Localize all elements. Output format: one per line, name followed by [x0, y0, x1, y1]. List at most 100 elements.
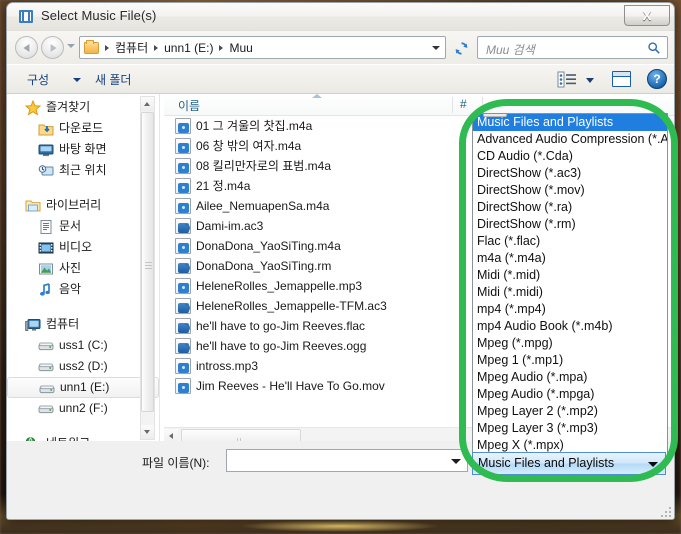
chevron-down-icon[interactable]: [648, 462, 658, 467]
dropdown-option[interactable]: Mpeg Audio (*.mpga): [473, 386, 667, 403]
sidebar-item-desktop[interactable]: 바탕 화면: [7, 139, 159, 160]
file-name-field[interactable]: [226, 449, 468, 472]
title-bar: Select Music File(s) X: [7, 3, 674, 31]
scroll-down-button[interactable]: [141, 425, 154, 439]
dropdown-option[interactable]: mp4 Audio Book (*.m4b): [473, 318, 667, 335]
dropdown-option[interactable]: Advanced Audio Compression (*.AAC): [473, 131, 667, 148]
dropdown-option[interactable]: DirectShow (*.ac3): [473, 165, 667, 182]
search-input[interactable]: Muu 검색: [477, 36, 668, 59]
file-type-dropdown-list[interactable]: Music Files and Playlists Advanced Audio…: [472, 113, 668, 459]
media-file-icon: [175, 378, 191, 394]
back-button[interactable]: [15, 36, 38, 59]
dropdown-option[interactable]: Mpeg (*.mpg): [473, 335, 667, 352]
forward-arrow-icon: [50, 43, 57, 52]
pane-splitter[interactable]: [159, 94, 163, 444]
close-button[interactable]: X: [624, 5, 670, 26]
command-bar: 구성 새 폴더 ?: [7, 64, 674, 94]
column-divider[interactable]: [452, 97, 453, 113]
chevron-down-icon[interactable]: [73, 78, 81, 82]
scroll-thumb[interactable]: [141, 112, 154, 412]
breadcrumb-item-2[interactable]: Muu: [227, 41, 254, 55]
forward-button[interactable]: [41, 36, 64, 59]
dropdown-option[interactable]: DirectShow (*.rm): [473, 216, 667, 233]
sidebar-item-drive-c[interactable]: uss1 (C:): [7, 335, 159, 356]
scroll-up-button[interactable]: [141, 97, 154, 111]
dropdown-option[interactable]: Mpeg Layer 3 (*.mp3): [473, 420, 667, 437]
drive-icon: [38, 405, 54, 414]
sidebar-item-drive-d[interactable]: uss2 (D:): [7, 356, 159, 377]
navigation-pane-scrollbar[interactable]: [140, 96, 155, 440]
history-dropdown-icon[interactable]: [67, 44, 75, 48]
search-placeholder: Muu 검색: [486, 43, 535, 57]
stream-file-icon: [175, 298, 191, 314]
media-file-icon: [175, 178, 191, 194]
tree-label: 비디오: [59, 240, 93, 254]
sidebar-item-videos[interactable]: 비디오: [7, 237, 159, 258]
scroll-grip-icon: [145, 262, 152, 269]
file-name: intross.mp3: [196, 359, 259, 373]
chevron-down-icon[interactable]: [451, 459, 461, 464]
help-button[interactable]: ?: [647, 69, 667, 89]
column-divider[interactable]: [482, 97, 483, 113]
organize-menu-button[interactable]: 구성: [27, 71, 49, 88]
desktop-icon: [38, 144, 54, 157]
preview-pane-button[interactable]: [612, 71, 631, 87]
address-dropdown-icon[interactable]: [432, 46, 440, 50]
sidebar-item-music[interactable]: 음악: [7, 279, 159, 300]
dropdown-option[interactable]: Mpeg Audio (*.mpa): [473, 369, 667, 386]
file-name: 01 그 겨울의 찻집.m4a: [196, 119, 313, 133]
sidebar-item-documents[interactable]: 문서: [7, 216, 159, 237]
views-button[interactable]: [556, 69, 578, 90]
navigation-bar: 컴퓨터 unn1 (E:) Muu Muu 검색: [7, 31, 674, 64]
media-file-icon: [175, 198, 191, 214]
file-name: DonaDona_YaoSiTing.m4a: [196, 239, 341, 253]
tree-label: 문서: [59, 219, 82, 233]
column-header-number[interactable]: #: [460, 97, 467, 111]
dropdown-scroll-handle[interactable]: [483, 114, 507, 117]
dropdown-option[interactable]: CD Audio (*.Cda): [473, 148, 667, 165]
tree-group-favorites[interactable]: 즐겨찾기: [7, 97, 159, 118]
dropdown-option[interactable]: Midi (*.mid): [473, 267, 667, 284]
breadcrumb-item-0[interactable]: 컴퓨터: [113, 39, 150, 56]
sidebar-item-pictures[interactable]: 사진: [7, 258, 159, 279]
sidebar-item-recent-places[interactable]: 최근 위치: [7, 160, 159, 181]
drive-icon: [38, 363, 54, 372]
tree-label: 다운로드: [59, 121, 104, 135]
tree-group-libraries[interactable]: 라이브러리: [7, 195, 159, 216]
dropdown-option[interactable]: Mpeg Layer 2 (*.mp2): [473, 403, 667, 420]
documents-icon: [40, 220, 52, 234]
sidebar-item-downloads[interactable]: 다운로드: [7, 118, 159, 139]
sidebar-item-drive-f[interactable]: unn2 (F:): [7, 398, 159, 419]
file-name-input[interactable]: [230, 452, 448, 469]
tree-label: 음악: [59, 282, 82, 296]
dropdown-option[interactable]: mp4 (*.mp4): [473, 301, 667, 318]
tree-group-computer[interactable]: 컴퓨터: [7, 314, 159, 335]
stream-file-icon: [175, 258, 191, 274]
address-bar[interactable]: 컴퓨터 unn1 (E:) Muu: [79, 36, 446, 59]
column-header-name[interactable]: 이름: [178, 97, 200, 114]
dropdown-option[interactable]: DirectShow (*.ra): [473, 199, 667, 216]
breadcrumb-item-1[interactable]: unn1 (E:): [162, 41, 215, 55]
breadcrumb-separator-icon: [219, 44, 224, 51]
file-type-combobox[interactable]: Music Files and Playlists: [472, 452, 666, 475]
dropdown-option[interactable]: Flac (*.flac): [473, 233, 667, 250]
file-name: 06 창 밖의 여자.m4a: [196, 139, 302, 153]
recent-places-icon: [38, 165, 54, 176]
dropdown-option[interactable]: DirectShow (*.mov): [473, 182, 667, 199]
dropdown-option[interactable]: Midi (*.midi): [473, 284, 667, 301]
back-arrow-icon: [22, 43, 29, 52]
refresh-button[interactable]: [450, 37, 471, 58]
dropdown-option[interactable]: Mpeg 1 (*.mp1): [473, 352, 667, 369]
new-folder-button[interactable]: 새 폴더: [95, 71, 131, 88]
music-note-icon: [40, 283, 50, 296]
screen: Select Music File(s) X 컴퓨터 unn1 (E:) Muu: [0, 0, 681, 534]
dropdown-option[interactable]: m4a (*.m4a): [473, 250, 667, 267]
tree-label: uss1 (C:): [59, 338, 108, 352]
resize-grip-icon[interactable]: [659, 505, 671, 517]
sidebar-item-drive-e[interactable]: unn1 (E:): [7, 377, 159, 398]
stream-file-icon: [175, 338, 191, 354]
star-icon: [25, 100, 41, 116]
file-name-label: 파일 이름(N):: [142, 456, 210, 470]
views-dropdown-icon[interactable]: [586, 78, 594, 83]
file-name: Ailee_NemuapenSa.m4a: [196, 199, 330, 213]
